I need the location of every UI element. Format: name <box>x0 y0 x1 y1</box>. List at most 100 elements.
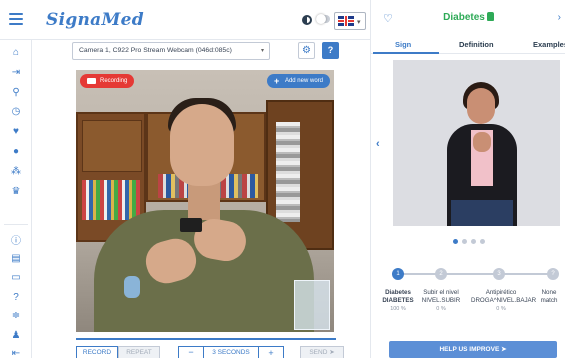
info-icon[interactable]: ⓘ <box>9 232 23 247</box>
carousel-prev-icon[interactable]: ‹ <box>376 138 380 150</box>
help-button[interactable]: ? <box>322 42 339 59</box>
repeat-button[interactable]: REPEAT <box>118 346 160 358</box>
record-button[interactable]: RECORD <box>76 346 118 358</box>
search-icon[interactable]: ⚲ <box>9 85 23 99</box>
candidate-name: Subir el nivel <box>423 289 459 296</box>
settings-button[interactable]: ⚙ <box>298 42 315 59</box>
help-us-improve-label: HELP US IMPROVE <box>439 346 500 353</box>
help-icon[interactable]: ? <box>9 290 23 304</box>
sliders-icon[interactable]: ≑ <box>9 308 23 322</box>
history-icon[interactable]: ◷ <box>9 104 23 118</box>
help-us-improve-button[interactable]: HELP US IMPROVE ➤ <box>389 341 557 358</box>
send-icon: ➤ <box>329 349 335 356</box>
bottle-icon <box>486 12 494 21</box>
webcam-video: Recording + Add new word <box>76 70 334 332</box>
camera-toolbar: Camera 1, C922 Pro Stream Webcam (046d:0… <box>32 40 370 64</box>
send-label: SEND <box>309 349 328 356</box>
tab-definition[interactable]: Definition <box>459 40 494 49</box>
send-button[interactable]: SEND ➤ <box>300 346 344 358</box>
candidate-gloss: DROGA^NIVEL.BAJAR <box>471 297 537 304</box>
candidate-gloss: match <box>540 297 558 304</box>
chevron-right-icon[interactable]: › <box>558 12 561 23</box>
candidate-3[interactable]: Antipirético DROGA^NIVEL.BAJAR 0 % <box>471 289 537 313</box>
question-icon: ? <box>327 45 334 55</box>
trophy-icon[interactable]: ♛ <box>9 184 23 198</box>
step-none[interactable]: ? <box>547 268 559 280</box>
held-device <box>180 218 202 232</box>
signer-legs <box>451 200 513 226</box>
carousel-dot[interactable] <box>470 239 476 244</box>
candidate-percent: 0 % <box>436 306 446 312</box>
theme-toggle[interactable] <box>316 14 330 24</box>
person-neck <box>188 180 220 220</box>
menu-icon[interactable] <box>9 13 23 25</box>
heart-icon[interactable]: ♥ <box>9 124 23 138</box>
carousel-dot[interactable] <box>452 239 458 244</box>
add-new-word-label: Add new word <box>284 78 323 84</box>
sidebar-divider <box>4 224 28 225</box>
theme-icon <box>302 15 312 25</box>
circle-icon[interactable]: ● <box>9 144 23 158</box>
candidate-name: Diabetes <box>385 289 411 296</box>
language-select[interactable]: ▾ <box>334 12 366 30</box>
prediction-steps: 1 2 3 ? <box>387 268 562 280</box>
picture-in-picture <box>294 280 330 330</box>
increase-seconds-button[interactable]: + <box>258 346 284 358</box>
candidate-name: Antipirético <box>485 289 517 296</box>
uk-flag-icon <box>338 16 354 26</box>
gear-icon: ⚙ <box>302 45 311 56</box>
candidate-name: None <box>541 289 557 296</box>
sidebar: ⌂ ⇥ ⚲ ◷ ♥ ● ⁂ ♛ ⓘ ▤ ▭ ? ≑ ♟ ⇤ <box>0 40 32 358</box>
word-title: Diabetes <box>371 12 565 23</box>
recording-progress <box>76 338 336 340</box>
decrease-seconds-button[interactable]: − <box>178 346 204 358</box>
top-bar: SignaMed ▾ <box>0 0 370 40</box>
camera-select[interactable]: Camera 1, C922 Pro Stream Webcam (046d:0… <box>72 42 270 60</box>
carousel-dots <box>371 231 565 249</box>
recording-controls: RECORD REPEAT − 3 SECONDS + SEND ➤ <box>32 346 370 358</box>
group-icon[interactable]: ⁂ <box>9 164 23 178</box>
step-2[interactable]: 2 <box>435 268 447 280</box>
candidate-gloss: DIABETES <box>382 297 414 304</box>
wristband <box>124 276 140 298</box>
user-icon[interactable]: ♟ <box>9 328 23 342</box>
chevron-down-icon: ▾ <box>357 19 361 26</box>
step-3[interactable]: 3 <box>493 268 505 280</box>
candidate-1[interactable]: Diabetes DIABETES 100 % <box>374 289 422 313</box>
person-head <box>170 104 234 186</box>
candidate-none[interactable]: None match <box>531 289 565 305</box>
active-tab-indicator <box>373 52 439 54</box>
plus-icon: + <box>273 76 280 86</box>
camera-off-icon <box>87 78 96 84</box>
chevron-down-icon: ▾ <box>260 48 264 54</box>
tab-sign[interactable]: Sign <box>395 40 411 49</box>
candidate-percent: 100 % <box>390 306 406 312</box>
steps-line <box>397 273 557 275</box>
sign-video[interactable] <box>393 60 560 226</box>
seconds-display: 3 SECONDS <box>204 346 258 358</box>
candidate-percent: 0 % <box>496 306 506 312</box>
book-icon[interactable]: ▤ <box>9 251 23 265</box>
carousel-dot[interactable] <box>479 239 485 244</box>
camera-select-value: Camera 1, C922 Pro Stream Webcam (046d:0… <box>79 47 232 54</box>
carousel-dot[interactable] <box>461 239 467 244</box>
login-icon[interactable]: ⇥ <box>9 65 23 79</box>
word-panel: ♡ Diabetes › Sign Definition Examples ‹ … <box>370 0 565 358</box>
tab-examples[interactable]: Examples <box>533 40 565 49</box>
app-root: SignaMed ▾ ⌂ ⇥ ⚲ ◷ ♥ ● ⁂ ♛ ⓘ ▤ ▭ ? ≑ ♟ ⇤… <box>0 0 565 358</box>
panel-tabs: Sign Definition Examples <box>371 34 565 54</box>
candidate-2[interactable]: Subir el nivel NIVEL.SUBIR 0 % <box>417 289 465 313</box>
send-icon: ➤ <box>501 346 507 353</box>
id-card-icon[interactable]: ▭ <box>9 270 23 284</box>
add-new-word-button[interactable]: + Add new word <box>266 74 330 88</box>
home-icon[interactable]: ⌂ <box>9 45 23 59</box>
signer-hands <box>473 132 491 152</box>
recording-label: Recording <box>100 78 128 84</box>
candidate-gloss: NIVEL.SUBIR <box>421 297 461 304</box>
logout-icon[interactable]: ⇤ <box>9 346 23 358</box>
recording-badge: Recording <box>80 74 135 88</box>
step-1[interactable]: 1 <box>392 268 404 280</box>
word-title-text: Diabetes <box>443 12 485 23</box>
app-logo: SignaMed <box>46 10 144 30</box>
signer-head <box>467 88 495 124</box>
